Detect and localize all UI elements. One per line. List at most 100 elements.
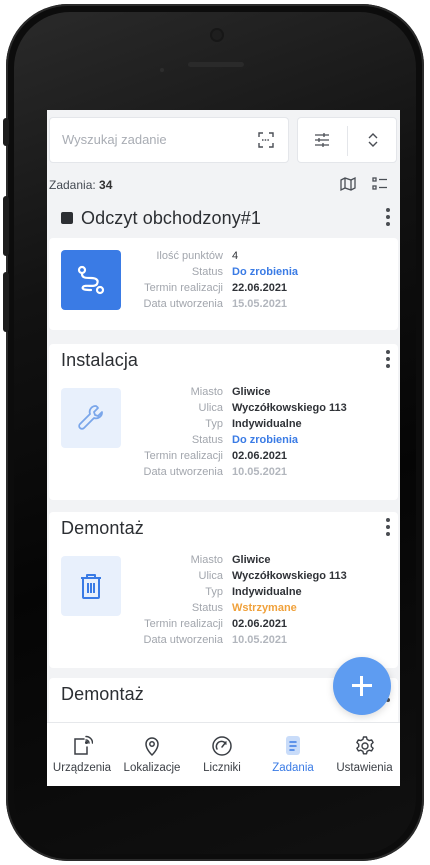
front-camera <box>212 30 222 40</box>
detail-row: Status Wstrzymane <box>49 602 398 618</box>
sort-chevrons-icon[interactable] <box>366 132 380 148</box>
nav-item-urzadzenia[interactable]: Urządzenia <box>47 723 117 786</box>
detail-label: Data utworzenia <box>143 298 224 310</box>
detail-value: 10.05.2021 <box>232 466 288 478</box>
detail-row: Ilość punktów 4 <box>49 250 398 266</box>
nav-item-liczniki[interactable]: Liczniki <box>187 723 257 786</box>
detail-row: Termin realizacji 22.06.2021 <box>49 282 398 298</box>
device-signal-icon <box>74 735 93 755</box>
detail-row: Ulica Wyczółkowskiego 113 <box>49 570 398 586</box>
detail-row: Typ Indywidualne <box>49 418 398 434</box>
more-options-icon[interactable] <box>384 206 392 230</box>
nav-label: Ustawienia <box>336 762 393 774</box>
detail-row: Termin realizacji 02.06.2021 <box>49 450 398 466</box>
search-bar <box>47 115 400 167</box>
detail-label: Ulica <box>198 570 223 582</box>
task-card-title: Odczyt obchodzony#1 <box>61 208 261 229</box>
detail-row: Miasto Gliwice <box>49 554 398 570</box>
tasks-count-value: 34 <box>99 178 113 192</box>
location-pin-icon <box>145 737 159 757</box>
detail-value: 15.05.2021 <box>232 298 288 310</box>
detail-row: Data utworzenia 15.05.2021 <box>49 298 398 314</box>
detail-value: 4 <box>232 250 239 262</box>
detail-value: 02.06.2021 <box>232 450 288 462</box>
detail-row: Ulica Wyczółkowskiego 113 <box>49 402 398 418</box>
task-card-header: Demontaż <box>49 512 398 546</box>
filter-divider <box>347 126 348 156</box>
nav-item-zadania[interactable]: Zadania <box>257 723 329 786</box>
task-card-body: Ilość punktów 4 Status Do zrobienia Termin… <box>49 238 398 330</box>
detail-row: Typ Indywidualne <box>49 586 398 602</box>
task-card-header: Instalacja <box>49 344 398 378</box>
detail-row: Data utworzenia 10.05.2021 <box>49 466 398 482</box>
document-icon <box>286 736 300 755</box>
search-box[interactable] <box>49 117 289 163</box>
status-value: Do zrobienia <box>232 266 299 278</box>
nav-item-ustawienia[interactable]: Ustawienia <box>329 723 400 786</box>
detail-row: Termin realizacji 02.06.2021 <box>49 618 398 634</box>
more-options-icon[interactable] <box>384 516 392 540</box>
task-details: Miasto Gliwice Ulica Wyczółkowskiego 113 T… <box>49 554 398 650</box>
nav-label: Lokalizacje <box>123 762 181 774</box>
detail-value: Gliwice <box>232 554 271 566</box>
gear-icon <box>355 736 374 755</box>
nav-label: Urządzenia <box>52 762 112 774</box>
detail-value: Wyczółkowskiego 113 <box>232 570 347 582</box>
task-card-title: Instalacja <box>61 350 139 370</box>
detail-value: Indywidualne <box>232 418 302 430</box>
task-card[interactable]: Instalacja Miasto Gliwice Ulica Wyczółkows… <box>49 344 398 500</box>
detail-label: Data utworzenia <box>143 634 224 646</box>
volume-down-button <box>3 272 9 332</box>
status-value: Wstrzymane <box>232 602 297 614</box>
detail-label: Termin realizacji <box>144 618 223 630</box>
detail-value: 22.06.2021 <box>232 282 288 294</box>
detail-row: Data utworzenia 10.05.2021 <box>49 634 398 650</box>
filter-sliders-icon[interactable] <box>314 132 330 148</box>
gauge-icon <box>212 736 232 756</box>
volume-up-button <box>3 196 9 256</box>
status-value: Do zrobienia <box>232 434 299 446</box>
map-icon[interactable] <box>340 176 356 192</box>
bottom-navigation: Urządzenia Lokalizacje Liczniki Zadania … <box>47 722 400 786</box>
task-card-title-text: Odczyt obchodzony#1 <box>81 208 262 228</box>
detail-label: Ilość punktów <box>156 250 223 262</box>
tasks-count: Zadania: 34 <box>49 178 112 192</box>
tasks-count-label: Zadania: <box>49 178 96 192</box>
detail-value: Wyczółkowskiego 113 <box>232 402 347 414</box>
mute-switch <box>3 118 9 146</box>
detail-value: 10.05.2021 <box>232 634 288 646</box>
list-icon[interactable] <box>372 177 388 191</box>
tasks-count-row: Zadania: 34 <box>47 172 400 196</box>
checklist-icon <box>61 212 73 224</box>
search-input[interactable] <box>60 131 244 148</box>
detail-label: Data utworzenia <box>143 466 224 478</box>
more-options-icon[interactable] <box>384 348 392 372</box>
detail-label: Status <box>191 602 223 614</box>
filter-sort-group <box>297 117 397 163</box>
qr-scan-icon[interactable] <box>258 132 274 148</box>
detail-label: Ulica <box>198 402 223 414</box>
task-card-title: Demontaż <box>61 518 144 538</box>
detail-label: Miasto <box>190 554 223 566</box>
detail-value: 02.06.2021 <box>232 618 288 630</box>
task-card-title: Demontaż <box>61 684 144 704</box>
detail-label: Status <box>191 434 223 446</box>
task-card[interactable]: Demontaż Miasto Gliwice Ulica Wyczółkowski… <box>49 512 398 668</box>
sensor-dot <box>160 68 164 72</box>
add-task-button[interactable] <box>333 657 391 715</box>
detail-value: Indywidualne <box>232 586 302 598</box>
detail-label: Termin realizacji <box>144 450 223 462</box>
detail-label: Termin realizacji <box>144 282 223 294</box>
nav-label: Liczniki <box>203 762 241 774</box>
task-card-header: Odczyt obchodzony#1 <box>49 202 398 236</box>
earpiece-speaker <box>188 62 244 67</box>
task-card[interactable]: Odczyt obchodzony#1 Ilość punktów 4 Statu… <box>49 202 398 330</box>
detail-row: Status Do zrobienia <box>49 266 398 282</box>
detail-row: Status Do zrobienia <box>49 434 398 450</box>
detail-row: Miasto Gliwice <box>49 386 398 402</box>
detail-label: Typ <box>205 586 223 598</box>
detail-label: Miasto <box>190 386 223 398</box>
detail-value: Gliwice <box>232 386 271 398</box>
nav-item-lokalizacje[interactable]: Lokalizacje <box>117 723 187 786</box>
detail-label: Typ <box>205 418 223 430</box>
